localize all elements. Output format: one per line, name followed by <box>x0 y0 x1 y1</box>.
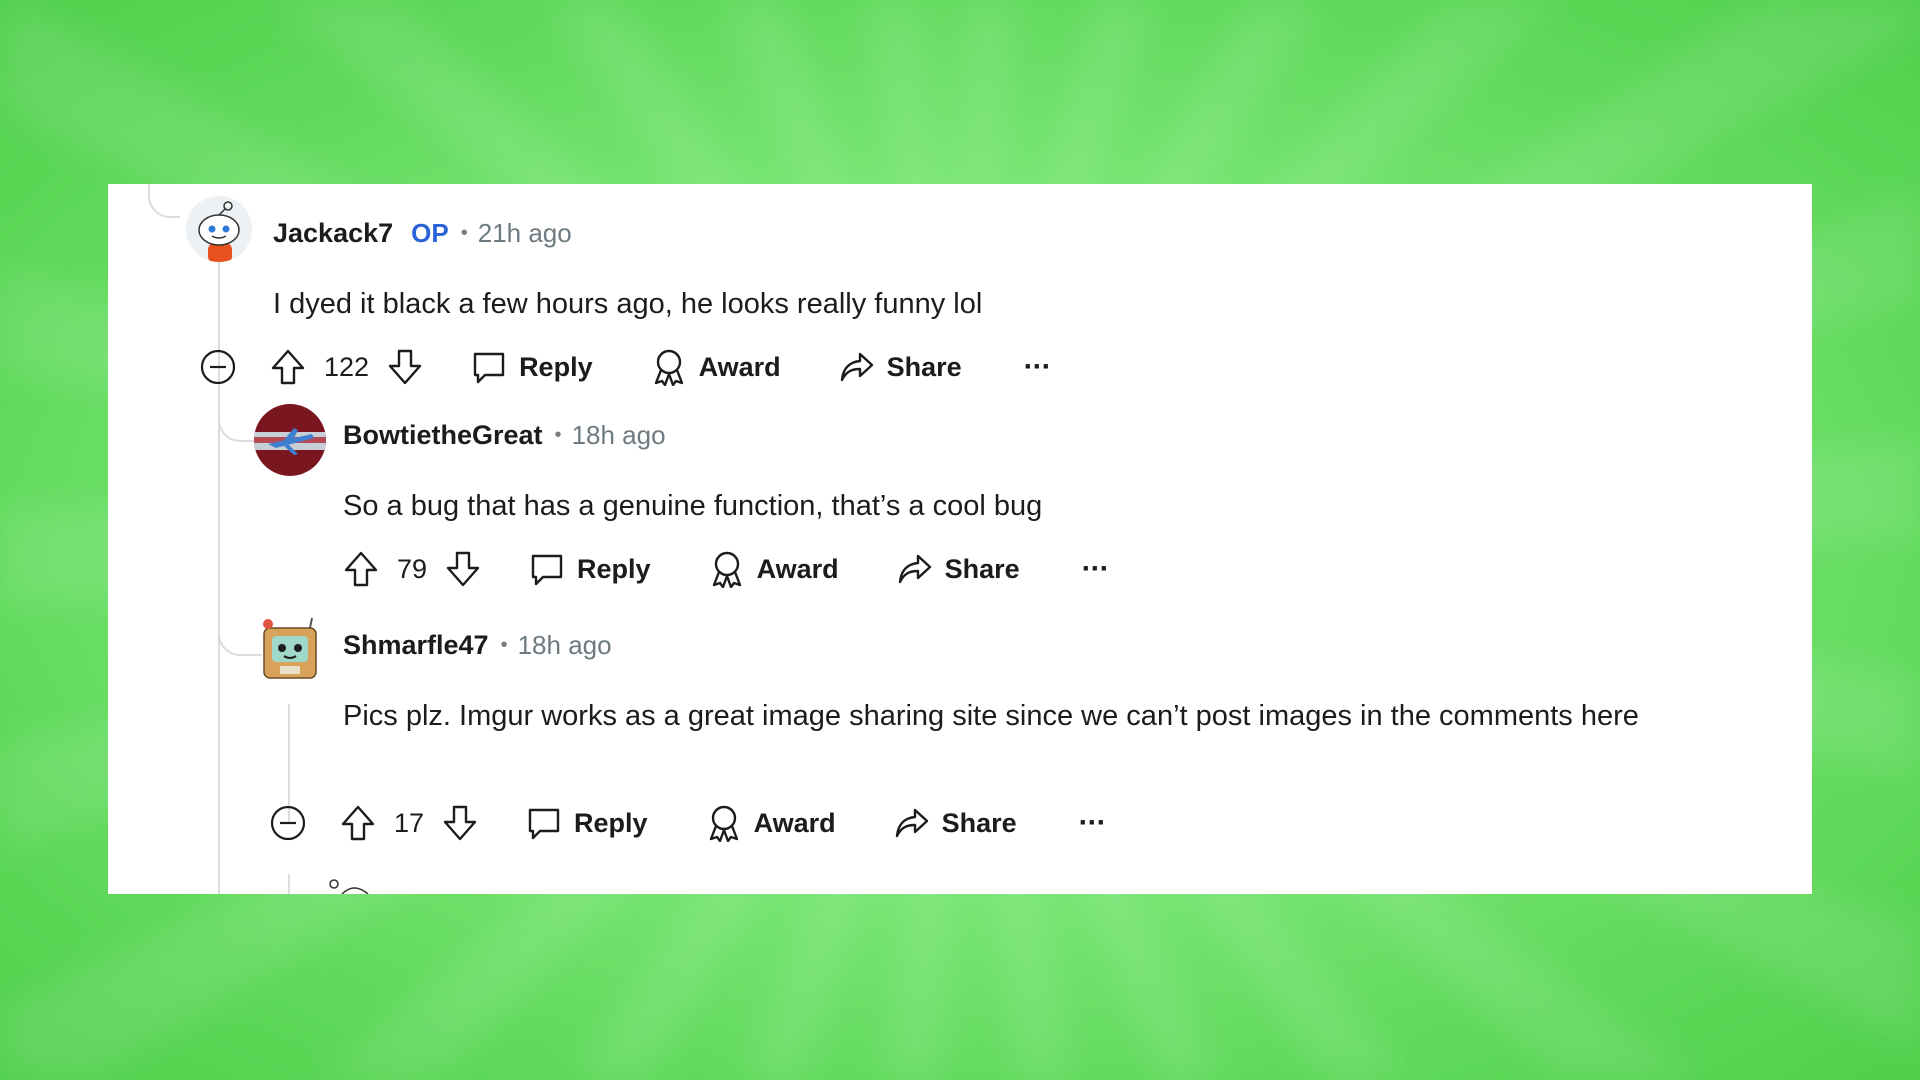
upvote-icon <box>344 551 378 587</box>
share-icon <box>898 554 931 584</box>
more-options-button[interactable]: ··· <box>1078 806 1107 840</box>
upvote-button[interactable] <box>270 348 306 386</box>
avatar[interactable] <box>254 614 326 686</box>
more-options-button[interactable]: ··· <box>1023 350 1052 384</box>
reply-label: Reply <box>574 807 648 838</box>
avatar[interactable] <box>254 404 326 476</box>
award-label: Award <box>756 553 839 584</box>
reply-icon <box>528 808 560 840</box>
collapse-button[interactable] <box>200 349 236 385</box>
share-button[interactable]: Share <box>897 552 1020 586</box>
upvote-button[interactable] <box>343 550 379 588</box>
next-avatar-partial <box>326 876 372 894</box>
downvote-button[interactable] <box>442 804 478 842</box>
reply-icon <box>473 352 505 384</box>
comment-text: Pics plz. Imgur works as a great image s… <box>343 700 1639 732</box>
award-icon <box>712 551 741 588</box>
downvote-icon <box>443 805 477 841</box>
upvote-button[interactable] <box>340 804 376 842</box>
reply-button[interactable]: Reply <box>471 349 593 385</box>
more-icon: ··· <box>1023 350 1052 383</box>
upvote-icon <box>341 805 375 841</box>
award-label: Award <box>698 351 781 382</box>
vote-count: 122 <box>324 351 370 382</box>
collapse-icon <box>200 349 236 385</box>
comment-text: So a bug that has a genuine function, th… <box>343 490 1043 522</box>
username[interactable]: BowtietheGreat <box>343 420 543 451</box>
share-icon <box>840 352 873 382</box>
downvote-button[interactable] <box>445 550 481 588</box>
comment-header: Shmarfle47 • 18h ago <box>343 630 612 661</box>
timestamp[interactable]: 18h ago <box>518 630 612 661</box>
reply-icon <box>531 554 563 586</box>
reply-button[interactable]: Reply <box>529 551 651 587</box>
reply-label: Reply <box>577 553 651 584</box>
comment-header: BowtietheGreat • 18h ago <box>343 420 666 451</box>
share-button[interactable]: Share <box>839 350 962 384</box>
comment-thread-card: Jackack7 OP • 21h ago I dyed it black a … <box>108 184 1812 894</box>
award-icon <box>709 805 738 842</box>
share-label: Share <box>944 553 1020 584</box>
more-options-button[interactable]: ··· <box>1081 552 1110 586</box>
downvote-icon <box>388 349 422 385</box>
comment-text: I dyed it black a few hours ago, he look… <box>273 288 983 320</box>
award-button[interactable]: Award <box>706 804 836 842</box>
reply-label: Reply <box>519 351 593 382</box>
separator: • <box>460 222 468 244</box>
award-label: Award <box>753 807 836 838</box>
award-button[interactable]: Award <box>651 348 781 386</box>
downvote-icon <box>446 551 480 587</box>
share-label: Share <box>941 807 1017 838</box>
more-icon: ··· <box>1081 552 1110 585</box>
comment-jackack7: Jackack7 OP • 21h ago I dyed it black a … <box>108 184 1812 404</box>
share-button[interactable]: Share <box>894 806 1017 840</box>
share-label: Share <box>886 351 962 382</box>
comment-actions: 79 Reply Award Share ··· <box>343 550 1110 588</box>
username[interactable]: Shmarfle47 <box>343 630 489 661</box>
snoo-avatar-icon <box>329 879 369 894</box>
timestamp[interactable]: 18h ago <box>572 420 666 451</box>
comment-header: Jackack7 OP • 21h ago <box>273 218 572 249</box>
collapse-button[interactable] <box>270 805 306 841</box>
collapse-icon <box>270 805 306 841</box>
comment-actions: 122 Reply Award Share ··· <box>200 348 1052 386</box>
more-icon: ··· <box>1078 806 1107 839</box>
award-icon <box>654 349 683 386</box>
avatar[interactable] <box>186 196 252 262</box>
airplane-avatar-icon <box>254 404 326 476</box>
comment-shmarfle47: Shmarfle47 • 18h ago Pics plz. Imgur wor… <box>108 614 1812 894</box>
separator: • <box>500 634 508 656</box>
reply-button[interactable]: Reply <box>526 805 648 841</box>
robot-avatar-icon <box>263 617 317 679</box>
comment-actions: 17 Reply Award Share ··· <box>270 804 1107 842</box>
username[interactable]: Jackack7 <box>273 218 393 249</box>
share-icon <box>895 808 928 838</box>
award-button[interactable]: Award <box>709 550 839 588</box>
comment-bowtiethegreat: BowtietheGreat • 18h ago So a bug that h… <box>108 404 1812 614</box>
timestamp[interactable]: 21h ago <box>478 218 572 249</box>
upvote-icon <box>271 349 305 385</box>
vote-count: 17 <box>394 807 425 838</box>
vote-count: 79 <box>397 553 428 584</box>
snoo-avatar-icon <box>186 196 252 262</box>
downvote-button[interactable] <box>387 348 423 386</box>
op-badge: OP <box>411 218 449 248</box>
separator: • <box>554 424 562 446</box>
